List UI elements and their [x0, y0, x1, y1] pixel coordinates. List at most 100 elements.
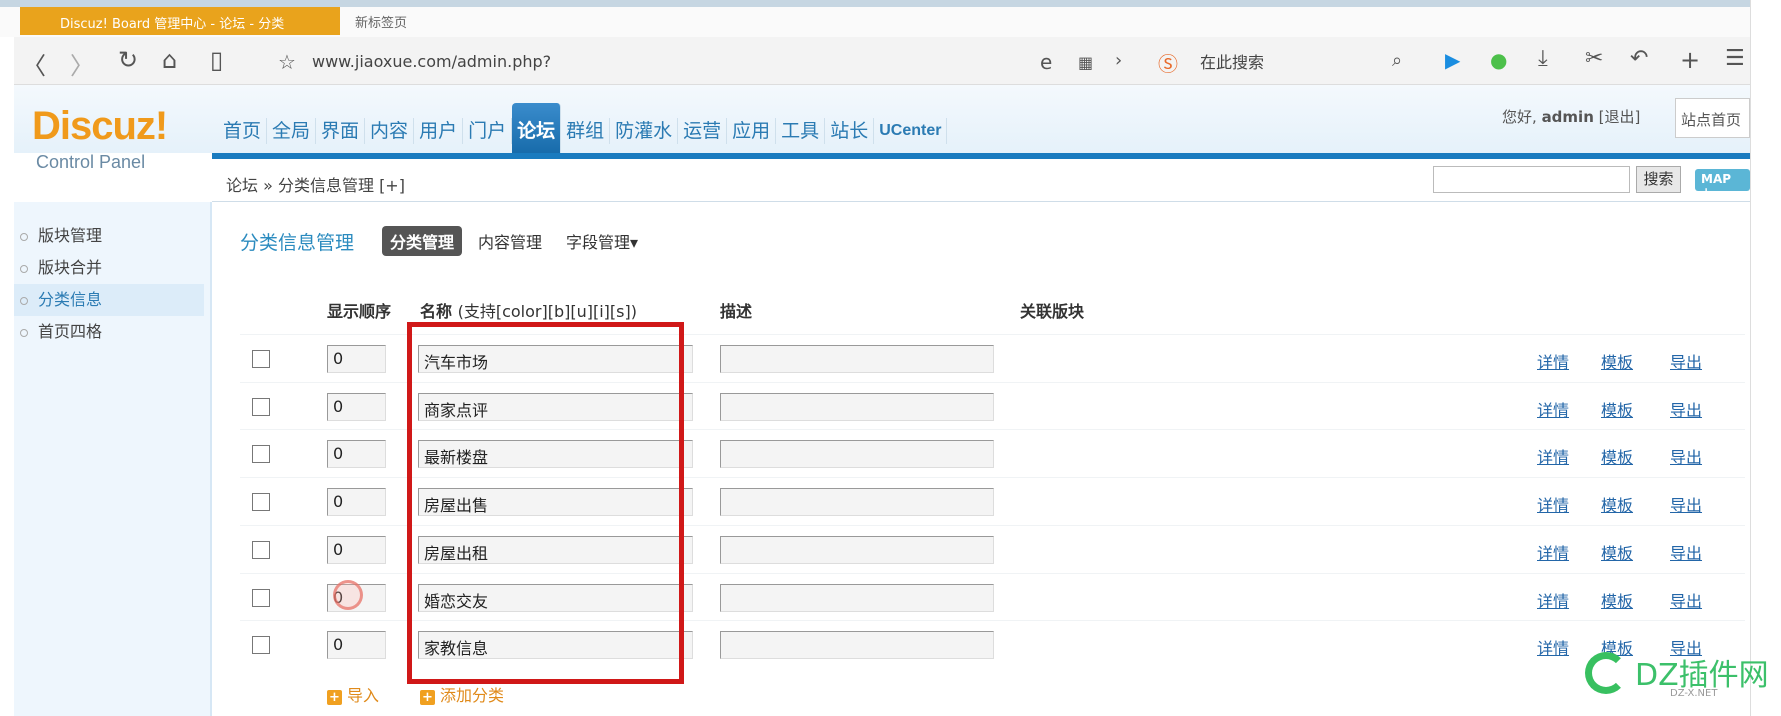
sidebar-item-grid[interactable]: 首页四格 — [20, 316, 200, 348]
nav-global[interactable]: 全局 — [267, 118, 317, 144]
order-input[interactable]: 0 — [327, 345, 386, 373]
sogou-icon[interactable]: Ⓢ — [1158, 48, 1178, 77]
chevron-right-icon[interactable]: › — [1115, 50, 1122, 71]
detail-link[interactable]: 详情 — [1537, 397, 1569, 421]
download-icon[interactable]: ⤓ — [1538, 46, 1548, 71]
export-link[interactable]: 导出 — [1670, 540, 1702, 564]
nav-apps[interactable]: 应用 — [727, 118, 777, 144]
tab-field-manage[interactable]: 字段管理▾ — [558, 226, 646, 256]
play-icon[interactable]: ▶ — [1445, 48, 1460, 72]
forward-icon[interactable]: 〉 — [70, 46, 94, 81]
desc-input[interactable] — [720, 392, 994, 421]
watermark-sub: DZ-X.NET — [1670, 688, 1718, 699]
name-hint: (支持[color][b][u][i][s]) — [457, 302, 637, 321]
export-link[interactable]: 导出 — [1670, 397, 1702, 421]
detail-link[interactable]: 详情 — [1537, 588, 1569, 612]
nav-operation[interactable]: 运营 — [678, 118, 728, 144]
nav-founder[interactable]: 站长 — [825, 118, 875, 144]
url-input[interactable]: www.jiaoxue.com/admin.php? — [312, 52, 551, 71]
map-button[interactable]: MAP ↓ — [1695, 169, 1750, 200]
order-input[interactable]: 0 — [327, 535, 386, 564]
order-input[interactable]: 0 — [327, 440, 386, 469]
template-link[interactable]: 模板 — [1601, 492, 1633, 516]
nav-forum[interactable]: 论坛 — [512, 103, 562, 157]
nav-style[interactable]: 界面 — [316, 118, 366, 144]
export-link[interactable]: 导出 — [1670, 444, 1702, 468]
row-checkbox[interactable] — [252, 588, 270, 607]
browser-search-input[interactable]: 在此搜索 — [1200, 49, 1264, 73]
nav-antispam[interactable]: 防灌水 — [610, 118, 679, 144]
nav-home[interactable]: 首页 — [218, 118, 268, 144]
export-link[interactable]: 导出 — [1670, 349, 1702, 373]
row-checkbox[interactable] — [252, 540, 270, 559]
order-input[interactable]: 0 — [327, 392, 386, 421]
menu-icon[interactable]: ☰ — [1725, 46, 1745, 71]
column-header-order: 显示顺序 — [327, 302, 392, 321]
row-checkbox[interactable] — [252, 445, 270, 464]
tab-content-manage[interactable]: 内容管理 — [470, 226, 550, 256]
wechat-icon[interactable]: ● — [1490, 48, 1507, 72]
detail-link[interactable]: 详情 — [1537, 349, 1569, 373]
cut-icon[interactable]: ✂ — [1585, 46, 1603, 71]
template-link[interactable]: 模板 — [1601, 397, 1633, 421]
tab-category-manage[interactable]: 分类管理 — [382, 226, 463, 256]
sidebar-item-label: 分类信息 — [38, 290, 103, 309]
ie-icon[interactable]: e — [1040, 50, 1052, 74]
template-link[interactable]: 模板 — [1601, 540, 1633, 564]
add-shortcut-link[interactable]: [+] — [379, 176, 405, 195]
star-icon[interactable]: ☆ — [278, 50, 296, 74]
sidebar-item-forum-manage[interactable]: 版块管理 — [20, 220, 200, 252]
discuz-logo[interactable]: Discuz! — [32, 104, 168, 149]
site-home-button[interactable]: 站点首页 — [1675, 98, 1750, 138]
logo-subtitle: Control Panel — [36, 152, 146, 172]
order-input[interactable]: 0 — [327, 488, 386, 517]
export-link[interactable]: 导出 — [1670, 492, 1702, 516]
user-info: 您好, admin [退出] — [1502, 106, 1640, 127]
admin-search-input[interactable] — [1433, 166, 1630, 193]
nav-portal[interactable]: 门户 — [463, 118, 513, 144]
column-header-desc: 描述 — [720, 302, 753, 321]
template-link[interactable]: 模板 — [1601, 444, 1633, 468]
undo-icon[interactable]: ↶ — [1630, 46, 1648, 71]
order-input[interactable]: 0 — [327, 631, 386, 660]
template-link[interactable]: 模板 — [1601, 349, 1633, 373]
reader-icon[interactable]: ▯ — [210, 46, 223, 74]
back-icon[interactable]: 〈 — [22, 46, 46, 81]
home-icon[interactable]: ⌂ — [162, 46, 177, 74]
logout-link[interactable]: [退出] — [1599, 108, 1641, 126]
sidebar-item-thread-types[interactable]: 分类信息 — [14, 284, 204, 316]
desc-input[interactable] — [720, 345, 994, 373]
row-checkbox[interactable] — [252, 493, 270, 512]
desc-input[interactable] — [720, 440, 994, 469]
browser-tab-new[interactable]: 新标签页 — [355, 12, 407, 31]
new-tab-icon[interactable]: + — [1680, 46, 1700, 74]
row-checkbox[interactable] — [252, 350, 270, 368]
detail-link[interactable]: 详情 — [1537, 635, 1569, 659]
nav-tools[interactable]: 工具 — [776, 118, 826, 144]
nav-content[interactable]: 内容 — [365, 118, 415, 144]
detail-link[interactable]: 详情 — [1537, 540, 1569, 564]
add-category-link[interactable]: + 添加分类 — [420, 682, 504, 706]
detail-link[interactable]: 详情 — [1537, 444, 1569, 468]
browser-tab-active[interactable]: Discuz! Board 管理中心 - 论坛 - 分类 — [20, 7, 340, 35]
desc-input[interactable] — [720, 583, 994, 612]
plus-icon: + — [327, 690, 342, 705]
export-link[interactable]: 导出 — [1670, 588, 1702, 612]
row-checkbox[interactable] — [252, 636, 270, 655]
sidebar-item-forum-merge[interactable]: 版块合并 — [20, 252, 200, 284]
nav-group[interactable]: 群组 — [561, 118, 611, 144]
import-link[interactable]: + 导入 — [327, 682, 379, 706]
detail-link[interactable]: 详情 — [1537, 492, 1569, 516]
desc-input[interactable] — [720, 631, 994, 660]
desc-input[interactable] — [720, 535, 994, 564]
reload-icon[interactable]: ↻ — [118, 46, 138, 74]
search-icon[interactable]: ⌕ — [1392, 50, 1402, 71]
column-header-forums: 关联版块 — [1020, 302, 1085, 321]
desc-input[interactable] — [720, 488, 994, 517]
nav-user[interactable]: 用户 — [414, 118, 464, 144]
nav-ucenter[interactable]: UCenter — [874, 118, 948, 144]
qr-icon[interactable]: ▦ — [1078, 53, 1093, 72]
template-link[interactable]: 模板 — [1601, 588, 1633, 612]
row-checkbox[interactable] — [252, 397, 270, 416]
admin-search-button[interactable]: 搜索 — [1636, 166, 1681, 193]
